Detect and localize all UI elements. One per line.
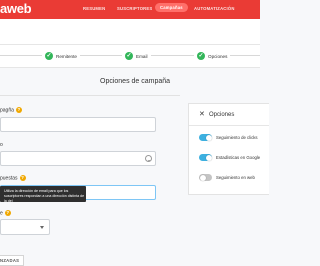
chevron-down-icon [40,226,44,229]
step-label: Email [136,53,148,59]
step-remitente[interactable]: ✓ Remitente [42,51,80,61]
panel-title: Opciones [209,112,235,118]
subject-input[interactable] [0,151,156,166]
tools-icon: ✕ [199,111,205,118]
help-icon[interactable]: ? [15,107,22,113]
emoji-icon[interactable] [145,155,152,162]
step-label: Opciones [208,53,228,59]
reply-to-label: puestas? [0,175,26,181]
nav-item-resumen[interactable]: RESUMEN [83,6,105,11]
help-tooltip: Utiliza la dirección de email para que l… [0,186,86,203]
check-icon: ✓ [197,52,205,60]
check-icon: ✓ [125,52,133,60]
campaign-name-input[interactable] [0,117,156,132]
advanced-options-button[interactable]: NZADAS [0,255,25,266]
help-icon[interactable]: ? [19,175,26,181]
toggle-label: Seguimiento en web [216,175,255,180]
toggle-knob [205,154,212,161]
option-select[interactable] [0,219,50,235]
field-label-text: e [0,210,3,217]
nav-item-campanas[interactable]: Campañas [155,3,188,12]
help-icon[interactable]: ? [4,210,11,216]
nav-item-suscriptores[interactable]: SUSCRIPTORES [117,6,152,11]
toggle-label: Seguimiento de clicks [216,135,258,140]
field-label-text: puestas [0,175,18,182]
wizard-steps: ✓ Remitente ✓ Email ✓ Opciones [0,44,260,68]
toggle-click-tracking[interactable] [199,134,212,141]
toggle-web-tracking[interactable] [199,174,212,181]
nav-item-automatizacion[interactable]: AUTOMATIZACIÓN [194,6,235,11]
toggle-label: Estadísticas en Google [216,155,261,160]
step-label: Remitente [56,53,77,59]
check-icon: ✓ [45,52,53,60]
top-navbar: aweb RESUMEN SUSCRIPTORES Campañas AUTOM… [0,0,260,19]
toggle-knob [205,134,212,141]
toggle-knob [199,174,206,181]
campaign-name-label: pagña? [0,107,22,113]
subject-label: o [0,142,3,148]
options-panel: ✕ Opciones Seguimiento de clicks Estadís… [188,103,269,195]
brand-logo[interactable]: aweb [0,1,32,16]
extra-field-label: e? [0,210,11,216]
header-area [0,19,260,44]
step-email[interactable]: ✓ Email [122,51,151,61]
step-opciones[interactable]: ✓ Opciones [194,51,231,61]
panel-divider [189,125,269,126]
page-title: Opciones de campaña [100,78,171,85]
field-label-text: pagña [0,107,14,114]
title-divider [0,95,180,96]
toggle-google-analytics[interactable] [199,154,212,161]
